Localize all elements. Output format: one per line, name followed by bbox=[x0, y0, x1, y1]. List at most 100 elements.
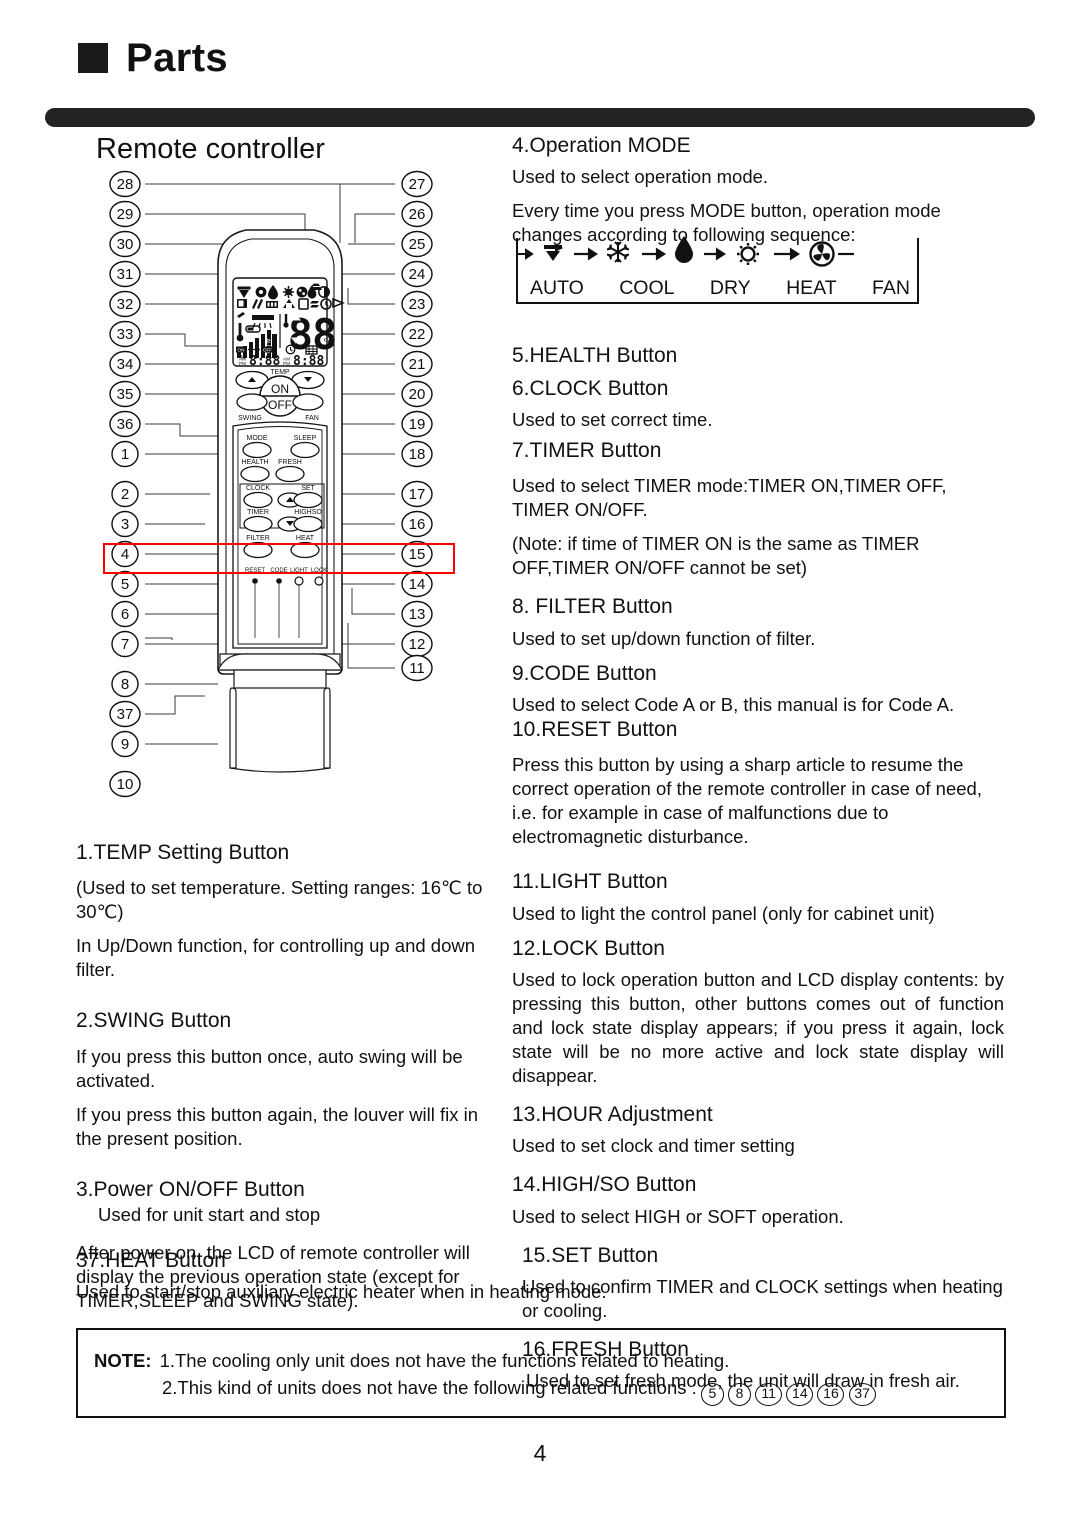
svg-text:CLOCK: CLOCK bbox=[246, 485, 270, 492]
svg-text:28: 28 bbox=[117, 176, 134, 193]
svg-text:14: 14 bbox=[409, 576, 426, 593]
svg-text:2: 2 bbox=[121, 486, 129, 503]
callout-22: 22 bbox=[401, 320, 433, 348]
square-bullet-icon bbox=[78, 43, 108, 73]
section-title: Remote controller bbox=[96, 133, 325, 165]
mode-label-auto: AUTO bbox=[530, 277, 584, 299]
item-heading-9: 9.CODE Button bbox=[512, 661, 657, 685]
item-heading-12: 12.LOCK Button bbox=[512, 936, 665, 960]
callout-29: 29 bbox=[109, 200, 141, 228]
item-para-1b: In Up/Down function, for controlling up … bbox=[76, 935, 476, 981]
note-function-11: 11 bbox=[755, 1382, 783, 1406]
callout-11: 11 bbox=[401, 654, 433, 682]
svg-text:27: 27 bbox=[409, 176, 426, 193]
callout-37: 37 bbox=[109, 700, 141, 728]
svg-text:PM: PM bbox=[239, 361, 246, 366]
callout-21: 21 bbox=[401, 350, 433, 378]
callout-34: 34 bbox=[109, 350, 141, 378]
callout-31: 31 bbox=[109, 260, 141, 288]
svg-text:SET: SET bbox=[301, 485, 315, 492]
item-para-6a: Used to set correct time. bbox=[512, 408, 713, 430]
svg-text:30: 30 bbox=[117, 236, 134, 253]
item-para-14a: Used to select HIGH or SOFT operation. bbox=[512, 1205, 844, 1227]
svg-text:19: 19 bbox=[409, 416, 426, 433]
callout-30: 30 bbox=[109, 230, 141, 258]
svg-text:OFF: OFF bbox=[268, 398, 292, 412]
item-heading-4: 4.Operation MODE bbox=[512, 134, 691, 157]
svg-text:24: 24 bbox=[409, 266, 426, 283]
callout-17: 17 bbox=[401, 480, 433, 508]
svg-text:6: 6 bbox=[121, 606, 129, 623]
item-heading-10: 10.RESET Button bbox=[512, 717, 678, 741]
callout-35: 35 bbox=[109, 380, 141, 408]
item-heading-7: 7.TIMER Button bbox=[512, 438, 662, 462]
callout-3: 3 bbox=[111, 510, 139, 538]
callout-1: 1 bbox=[111, 440, 139, 468]
svg-text:HIGHSO: HIGHSO bbox=[294, 509, 322, 516]
svg-text:8:88: 8:88 bbox=[293, 354, 324, 369]
svg-text:SWING: SWING bbox=[238, 415, 262, 422]
svg-text:ON: ON bbox=[238, 348, 245, 353]
svg-text:23: 23 bbox=[409, 296, 426, 313]
item-heading-8: 8. FILTER Button bbox=[512, 595, 673, 619]
svg-text:20: 20 bbox=[409, 386, 426, 403]
note-line-1: 1.The cooling only unit does not have th… bbox=[159, 1350, 730, 1371]
callout-19: 19 bbox=[401, 410, 433, 438]
svg-text:FAN: FAN bbox=[305, 415, 319, 422]
svg-text:7: 7 bbox=[121, 636, 129, 653]
svg-text:%: % bbox=[324, 318, 333, 329]
item-para-7b: (Note: if time of TIMER ON is the same a… bbox=[512, 533, 920, 579]
svg-text:HEAT: HEAT bbox=[296, 535, 315, 542]
page-title: Parts bbox=[126, 36, 229, 80]
svg-text:SLEEP: SLEEP bbox=[294, 435, 317, 442]
svg-text:12: 12 bbox=[409, 636, 426, 653]
callout-7: 7 bbox=[111, 630, 139, 658]
callout-36: 36 bbox=[109, 410, 141, 438]
item-heading-37: 37.HEAT Button bbox=[76, 1249, 226, 1272]
svg-text:21: 21 bbox=[409, 356, 426, 373]
note-function-8: 8 bbox=[728, 1382, 752, 1406]
page-number: 4 bbox=[533, 1440, 547, 1466]
svg-text:37: 37 bbox=[117, 706, 134, 723]
callout-28: 28 bbox=[109, 170, 141, 198]
item-para-2a: If you press this button once, auto swin… bbox=[76, 1045, 463, 1091]
svg-text:29: 29 bbox=[117, 206, 134, 223]
svg-text:13: 13 bbox=[409, 606, 426, 623]
note-label: NOTE: bbox=[94, 1350, 152, 1371]
mode-label-fan: FAN bbox=[872, 277, 910, 299]
note-box: NOTE: 1.The cooling only unit does not h… bbox=[76, 1328, 1006, 1418]
note-function-numbers: 5 8 11 14 16 37 bbox=[697, 1377, 876, 1406]
callout-18: 18 bbox=[401, 440, 433, 468]
svg-text:TEMP: TEMP bbox=[270, 369, 290, 376]
callout-23: 23 bbox=[401, 290, 433, 318]
item-para-3-indent: Used for unit start and stop bbox=[98, 1204, 321, 1226]
callout-2: 2 bbox=[111, 480, 139, 508]
svg-text:OFF: OFF bbox=[263, 348, 272, 353]
note-function-16: 16 bbox=[817, 1382, 845, 1406]
callout-26: 26 bbox=[401, 200, 433, 228]
svg-text:10: 10 bbox=[117, 776, 134, 793]
note-function-14: 14 bbox=[786, 1382, 814, 1406]
note-function-37: 37 bbox=[848, 1382, 876, 1406]
svg-text:36: 36 bbox=[117, 416, 134, 433]
callout-16: 16 bbox=[401, 510, 433, 538]
item-para-2b: If you press this button again, the louv… bbox=[76, 1103, 479, 1149]
callout-10: 10 bbox=[109, 770, 141, 798]
remote-controller-diagram: AUTO 88 % ℃ ON OFF M D AM PM 8:88 AM PM … bbox=[100, 168, 460, 828]
item-para-10a: Press this button by using a sharp artic… bbox=[512, 754, 982, 848]
svg-text:℃: ℃ bbox=[323, 337, 335, 349]
svg-text:31: 31 bbox=[117, 266, 134, 283]
callout-20: 20 bbox=[401, 380, 433, 408]
svg-text:PM: PM bbox=[283, 361, 290, 366]
manual-page: Parts Remote controller AUTO 88 % ℃ ON O… bbox=[0, 0, 1080, 1535]
item-para-7a: Used to select TIMER mode:TIMER ON,TIMER… bbox=[512, 475, 947, 521]
item-para-4a: Used to select operation mode. bbox=[512, 166, 769, 188]
item-heading-13: 13.HOUR Adjustment bbox=[512, 1103, 713, 1127]
item-heading-14: 14.HIGH/SO Button bbox=[512, 1173, 697, 1197]
svg-text:9: 9 bbox=[121, 736, 129, 753]
mode-sequence-labels: AUTO COOL DRY HEAT FAN bbox=[512, 277, 924, 300]
svg-text:5: 5 bbox=[121, 576, 129, 593]
item-para-13a: Used to set clock and timer setting bbox=[512, 1135, 795, 1157]
svg-text:16: 16 bbox=[409, 516, 426, 533]
svg-text:TIMER: TIMER bbox=[247, 509, 269, 516]
